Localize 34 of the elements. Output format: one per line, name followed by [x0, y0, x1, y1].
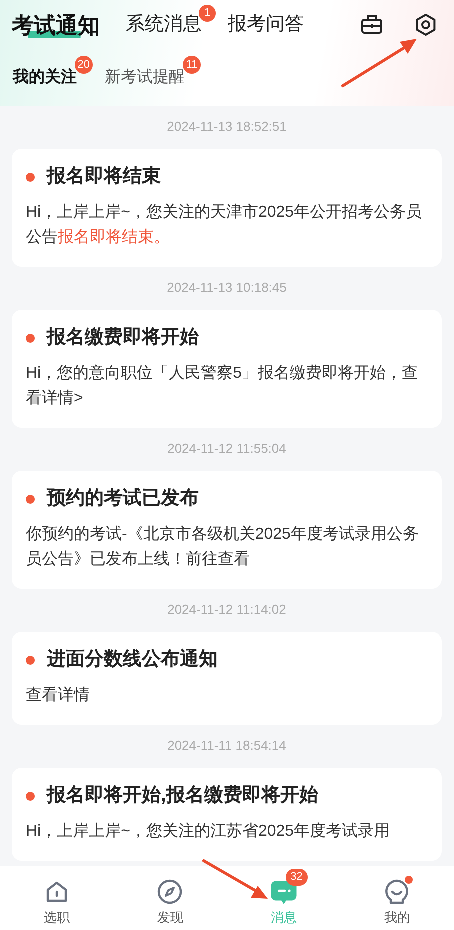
badge: 11: [183, 56, 201, 74]
message-body: Hi，上岸上岸~，您关注的江苏省2025年度考试录用: [26, 822, 392, 842]
message-card[interactable]: 进面分数线公布通知 查看详情: [12, 632, 442, 725]
timestamp: 2024-11-13 10:18:45: [167, 279, 287, 297]
message-card[interactable]: 报名缴费即将开始 Hi，您的意向职位「人民警察5」报名缴费即将开始，查看详情>: [12, 310, 442, 428]
message-title: 预约的考试已发布: [47, 487, 199, 511]
face-icon: [383, 878, 412, 906]
message-title: 报名即将开始,报名缴费即将开始: [47, 784, 318, 808]
badge: 1: [199, 4, 216, 22]
tab-bar-item[interactable]: 选职: [0, 868, 114, 928]
sub-tab[interactable]: 我的关注: [13, 66, 77, 90]
message-card[interactable]: 预约的考试已发布 你预约的考试-《北京市各级机关2025年度考试录用公务员公告》已发布上线！前往查看: [12, 471, 442, 589]
settings-icon[interactable]: [414, 13, 438, 37]
tab-bar-item[interactable]: 发现: [114, 868, 227, 928]
compass-icon: [156, 878, 184, 906]
message-body: 查看详情: [26, 686, 91, 706]
timestamp: 2024-11-11 18:54:14: [168, 737, 286, 755]
tab-bar-item[interactable]: 我的: [340, 868, 454, 928]
message-body: Hi，您的意向职位「人民警察5」报名缴费即将开始，查看详情>: [26, 364, 420, 409]
top-tab[interactable]: 报考问答: [228, 10, 304, 40]
toolbox-icon[interactable]: [360, 13, 384, 37]
message-title: 报名缴费即将开始: [47, 326, 199, 350]
message-body: 你预约的考试-《北京市各级机关2025年度考试录用公务员公告》已发布上线！前往查看: [26, 524, 420, 570]
message-title: 进面分数线公布通知: [47, 648, 218, 672]
sub-tab[interactable]: 新考试提醒: [105, 66, 185, 90]
message-card[interactable]: 报名即将开始,报名缴费即将开始 Hi，上岸上岸~，您关注的江苏省2025年度考试录用: [12, 768, 442, 861]
timestamp: 2024-11-12 11:55:04: [168, 440, 286, 458]
message-body: Hi，上岸上岸~，您关注的天津市2025年公开招考公务员公告报名即将结束。: [26, 202, 424, 248]
timestamp: 2024-11-13 18:52:51: [167, 118, 287, 136]
message-title: 报名即将结束: [47, 165, 161, 189]
timestamp: 2024-11-12 11:14:02: [168, 601, 286, 619]
message-card[interactable]: 报名即将结束 Hi，上岸上岸~，您关注的天津市2025年公开招考公务员公告报名即将结束。: [12, 149, 442, 267]
badge: 32: [286, 869, 308, 886]
top-tab[interactable]: 系统消息: [126, 10, 202, 40]
